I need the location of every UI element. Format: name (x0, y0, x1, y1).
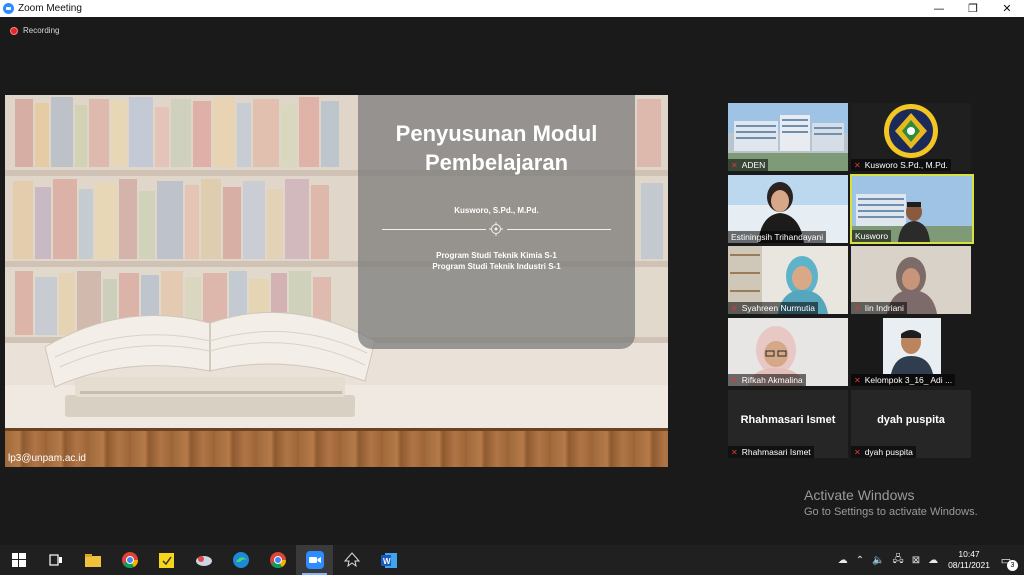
participant-tile[interactable]: dyah puspita ✕ dyah puspita (851, 390, 971, 458)
recording-indicator[interactable]: Recording (10, 26, 59, 35)
clock[interactable]: 10:47 08/11/2021 (948, 549, 990, 571)
participant-tile[interactable]: ✕ Rifkah Akmalina (728, 318, 848, 386)
participant-name: ✕ Kelompok 3_16_ Adi ... (851, 374, 956, 386)
participant-big-name: dyah puspita (877, 414, 945, 426)
wooden-floor (5, 428, 668, 467)
divider-right (507, 229, 611, 230)
chevron-up-icon[interactable]: ⌃ (856, 555, 864, 566)
sticky-note-icon (159, 552, 174, 568)
slide-title-panel: Penyusunan Modul Pembelajaran Kusworo, S… (358, 95, 635, 349)
task-view-icon (48, 554, 62, 566)
slide-program-1: Program Studi Teknik Kimia S-1 (436, 251, 557, 260)
onedrive-icon[interactable]: ☁ (928, 555, 938, 566)
taskbar: W ☁ ⌃ 🔈 🖧 ⊠ ☁ 10:47 08/11/2021 ▭ 3 (0, 545, 1024, 575)
participant-name: ✕ Rifkah Akmalina (728, 374, 806, 386)
mic-muted-icon: ✕ (854, 160, 861, 170)
sticky-notes-button[interactable] (148, 545, 185, 575)
folder-icon (84, 553, 101, 567)
slide-email: lp3@unpam.ac.id (8, 453, 86, 464)
participant-big-name: Rhahmasari Ismet (740, 414, 836, 426)
close-button[interactable]: ✕ (990, 0, 1024, 17)
mic-muted-icon: ✕ (731, 375, 738, 385)
activate-windows-hint: Go to Settings to activate Windows. (804, 506, 978, 518)
notification-count: 3 (1007, 560, 1018, 571)
shared-screen[interactable]: Penyusunan Modul Pembelajaran Kusworo, S… (5, 95, 668, 467)
divider-left (382, 229, 486, 230)
slide-program-2: Program Studi Teknik Industri S-1 (432, 262, 561, 271)
minimize-button[interactable]: — (922, 0, 956, 17)
system-tray: ☁ ⌃ 🔈 🖧 ⊠ ☁ 10:47 08/11/2021 ▭ 3 (834, 545, 1024, 575)
mic-muted-icon: ✕ (731, 160, 738, 170)
participant-tile[interactable]: Rhahmasari Ismet ✕ Rhahmasari Ismet (728, 390, 848, 458)
word-button[interactable]: W (370, 545, 407, 575)
meeting-area: Recording Penyusunan Modul Pembelajaran … (0, 17, 1024, 545)
participant-tile[interactable]: ✕ Kelompok 3_16_ Adi ... (851, 318, 971, 386)
mic-muted-icon: ✕ (731, 447, 738, 457)
window-title: Zoom Meeting (18, 3, 82, 14)
mic-muted-icon: ✕ (854, 375, 861, 385)
weather-cloud-icon[interactable]: ☁ (838, 555, 848, 566)
mic-muted-icon: ✕ (854, 303, 861, 313)
ornament-icon (489, 222, 503, 236)
participant-tile[interactable]: ✕ Syahreen Nurmutia (728, 246, 848, 314)
activate-windows-title: Activate Windows (804, 487, 915, 503)
participant-name: ✕ Iin Indriani (851, 302, 907, 314)
zoom-icon (305, 551, 324, 569)
zoom-app-icon (3, 3, 14, 14)
participant-tile[interactable]: ✕ ADEN (728, 103, 848, 171)
clock-time: 10:47 (958, 549, 980, 559)
inkscape-icon (343, 552, 360, 568)
slide-title: Penyusunan Modul Pembelajaran (358, 119, 635, 177)
mic-muted-icon: ✕ (731, 303, 738, 313)
participant-name: ✕ dyah puspita (851, 446, 916, 458)
slide-title-line1: Penyusunan Modul (395, 121, 598, 146)
mic-muted-icon: ✕ (854, 447, 861, 457)
chrome-icon (269, 552, 286, 568)
participant-tile[interactable]: Estiningsih Trihandayani (728, 175, 848, 243)
security-alert-icon[interactable]: ⊠ (912, 555, 920, 566)
participant-tile[interactable]: ✕ Iin Indriani (851, 246, 971, 314)
task-view-button[interactable] (37, 545, 74, 575)
windows-start-button[interactable] (0, 545, 37, 575)
notification-center-button[interactable]: ▭ 3 (996, 551, 1018, 571)
edge-icon (232, 552, 249, 568)
svg-text:W: W (383, 557, 391, 566)
chrome-button[interactable] (111, 545, 148, 575)
slide-author: Kusworo, S.Pd., M.Pd. (454, 206, 539, 215)
record-icon (10, 26, 18, 35)
windows-logo-icon (11, 553, 26, 567)
participant-name: Kusworo (852, 230, 892, 242)
participant-name: ✕ Syahreen Nurmutia (728, 302, 818, 314)
maximize-button[interactable]: ❐ (956, 0, 990, 17)
cloud-app-icon (195, 556, 212, 566)
participant-tile[interactable]: ✕ Kusworo S.Pd., M.Pd. (851, 103, 971, 171)
clock-date: 08/11/2021 (948, 560, 990, 570)
file-explorer-button[interactable] (74, 545, 111, 575)
chrome-icon (121, 552, 138, 568)
participant-tile-active-speaker[interactable]: Kusworo (850, 174, 974, 244)
participant-name: ✕ Rhahmasari Ismet (728, 446, 814, 458)
chrome-profile-button[interactable] (259, 545, 296, 575)
network-app-button[interactable] (185, 545, 222, 575)
participant-name: Estiningsih Trihandayani (728, 231, 827, 243)
window-titlebar: Zoom Meeting — ❐ ✕ (0, 0, 1024, 17)
inkscape-button[interactable] (333, 545, 370, 575)
participant-name: ✕ Kusworo S.Pd., M.Pd. (851, 159, 951, 171)
edge-button[interactable] (222, 545, 259, 575)
book-illustration (44, 311, 376, 417)
zoom-taskbar-button[interactable] (296, 545, 333, 575)
volume-icon[interactable]: 🔈 (872, 555, 884, 566)
recording-label: Recording (23, 26, 60, 35)
network-icon[interactable]: 🖧 (893, 552, 904, 569)
participant-name: ✕ ADEN (728, 159, 769, 171)
word-icon: W (380, 552, 397, 568)
slide-title-line2: Pembelajaran (424, 150, 569, 175)
